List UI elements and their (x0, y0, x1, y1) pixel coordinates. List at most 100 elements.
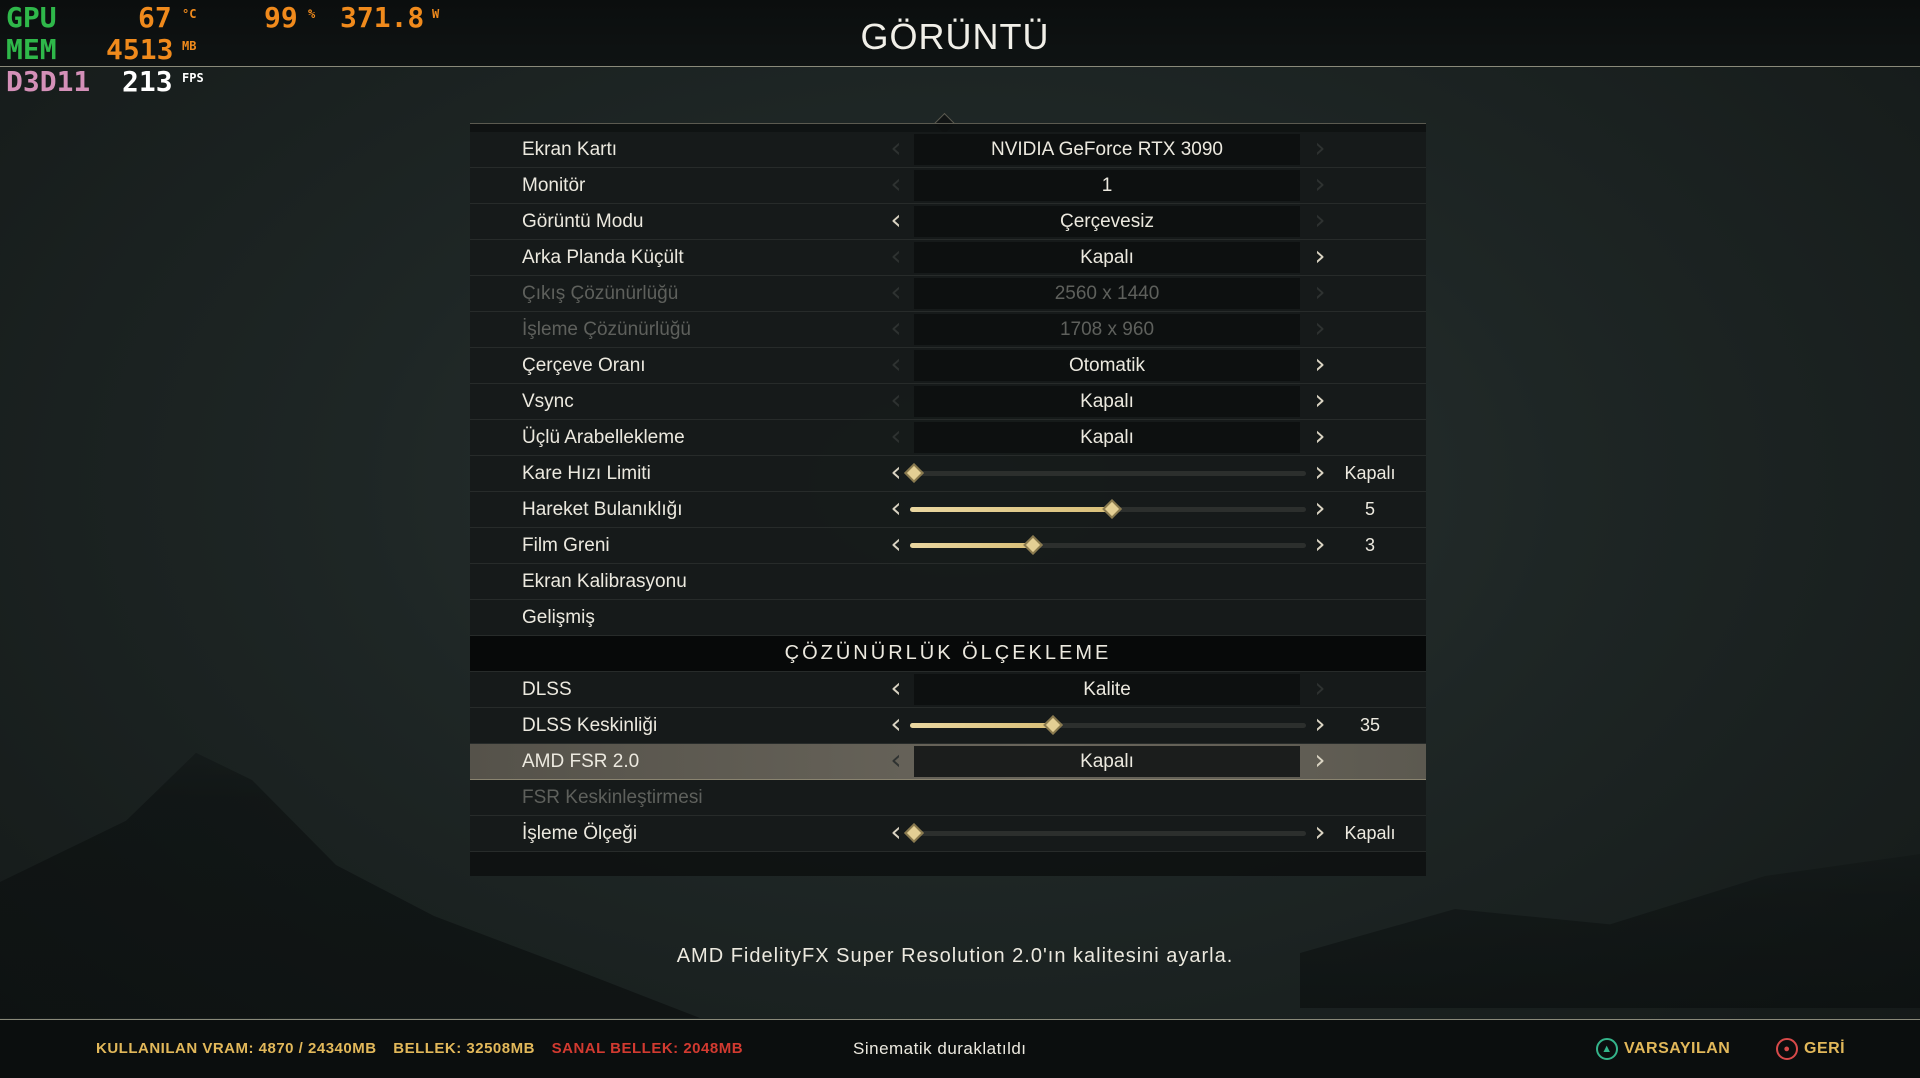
setting-value: NVIDIA GeForce RTX 3090 (991, 139, 1223, 160)
chevron-left-icon[interactable]: ‹ (886, 458, 906, 487)
chevron-left-icon: ‹ (890, 275, 902, 308)
chevron-left-icon[interactable]: ‹ (886, 818, 906, 847)
chevron-right-icon[interactable]: › (1310, 818, 1330, 847)
setting-value-box[interactable]: Kapalı (914, 422, 1300, 453)
setting-value-box[interactable]: NVIDIA GeForce RTX 3090 (914, 134, 1300, 165)
performance-overlay: GPU 67 °C 99 % 371.8 W MEM 4513 MB D3D11… (6, 2, 466, 98)
setting-value: Kapalı (1080, 427, 1134, 448)
chevron-left-icon[interactable]: ‹ (886, 494, 906, 523)
setting-row-goruntu-modu[interactable]: Görüntü Modu ‹ › Çerçevesiz (470, 204, 1426, 240)
setting-value: 1 (1101, 175, 1113, 196)
setting-row-ekran-karti[interactable]: Ekran Kartı ‹ › NVIDIA GeForce RTX 3090 (470, 132, 1426, 168)
default-button[interactable]: ▲ VARSAYILAN (1596, 1036, 1730, 1062)
setting-label: Kare Hızı Limiti (522, 463, 651, 484)
slider-track[interactable] (910, 715, 1306, 735)
setting-label: Gelişmiş (522, 607, 595, 628)
setting-row-film-greni[interactable]: Film Greni ‹ › 3 (470, 528, 1426, 564)
slider-track[interactable] (910, 499, 1306, 519)
setting-row-vsync[interactable]: Vsync ‹ › Kapalı (470, 384, 1426, 420)
chevron-left-icon: ‹ (890, 383, 902, 416)
osd-gpu-load: 99 (264, 1, 298, 34)
setting-value-box[interactable]: 1 (914, 170, 1300, 201)
setting-value: Kapalı (1080, 247, 1134, 268)
osd-gpu-temp: 67 (138, 1, 172, 34)
setting-row-amd-fsr-2-0[interactable]: AMD FSR 2.0 ‹ › Kapalı (470, 744, 1426, 780)
setting-value: Kapalı (1080, 391, 1134, 412)
slider-knob[interactable] (904, 463, 924, 483)
chevron-right-icon[interactable]: › (1310, 386, 1330, 415)
chevron-left-icon[interactable]: ‹ (886, 710, 906, 739)
setting-row-dlss[interactable]: DLSS ‹ › Kalite (470, 672, 1426, 708)
setting-row-kare-hizi-limiti[interactable]: Kare Hızı Limiti ‹ › Kapalı (470, 456, 1426, 492)
chevron-right-icon[interactable]: › (1310, 458, 1330, 487)
setting-label: Vsync (522, 391, 574, 412)
setting-label: DLSS Keskinliği (522, 715, 658, 736)
chevron-left-icon[interactable]: ‹ (886, 674, 906, 703)
setting-row-hareket-bulanikligi[interactable]: Hareket Bulanıklığı ‹ › 5 (470, 492, 1426, 528)
chevron-right-icon[interactable]: › (1310, 242, 1330, 271)
chevron-left-icon[interactable]: ‹ (886, 530, 906, 559)
chevron-right-icon[interactable]: › (1310, 422, 1330, 451)
setting-label: AMD FSR 2.0 (522, 751, 640, 772)
setting-row-isleme-olcegi[interactable]: İşleme Ölçeği ‹ › Kapalı (470, 816, 1426, 852)
slider-fill (910, 507, 1108, 512)
setting-row-uclu-arabellekleme[interactable]: Üçlü Arabellekleme ‹ › Kapalı (470, 420, 1426, 456)
settings-panel: Ekran Kartı ‹ › NVIDIA GeForce RTX 3090 Moni… (470, 123, 1426, 876)
osd-gpu-load-unit: % (308, 7, 316, 21)
slider-knob[interactable] (1102, 499, 1122, 519)
setting-label: Monitör (522, 175, 586, 196)
slider-knob[interactable] (1042, 715, 1063, 735)
osd-mem-row: MEM 4513 MB (6, 34, 466, 66)
slider-track[interactable] (904, 823, 1306, 843)
chevron-right-icon: › (1314, 671, 1326, 704)
footer-bar: KULLANILAN VRAM: 4870 / 24340MB BELLEK: … (0, 1019, 1920, 1078)
setting-label: Film Greni (522, 535, 610, 556)
osd-mem-label: MEM (6, 33, 57, 66)
setting-value-box[interactable]: Kapalı (914, 746, 1300, 777)
slider-knob[interactable] (1022, 535, 1043, 555)
chevron-right-icon[interactable]: › (1310, 530, 1330, 559)
back-button-label: GERİ (1804, 1040, 1846, 1057)
triangle-icon: ▲ (1596, 1038, 1618, 1060)
setting-value-box[interactable]: Kapalı (914, 386, 1300, 417)
osd-fps-value: 213 (122, 65, 173, 98)
chevron-right-icon[interactable]: › (1310, 710, 1330, 739)
setting-value-box[interactable]: Çerçevesiz (914, 206, 1300, 237)
slider-fill (910, 543, 1029, 548)
vram-usage: KULLANILAN VRAM: 4870 / 24340MB (96, 1040, 377, 1057)
setting-row-cerceve-orani[interactable]: Çerçeve Oranı ‹ › Otomatik (470, 348, 1426, 384)
chevron-right-icon: › (1314, 167, 1326, 200)
slider-track[interactable] (904, 463, 1306, 483)
setting-row-ekran-kalibrasyonu[interactable]: Ekran Kalibrasyonu (470, 564, 1426, 600)
setting-row-gelismis[interactable]: Gelişmiş (470, 600, 1426, 636)
setting-row-arka-planda-kucult[interactable]: Arka Planda Küçült ‹ › Kapalı (470, 240, 1426, 276)
chevron-right-icon: › (1314, 311, 1326, 344)
back-button[interactable]: ● GERİ (1776, 1036, 1845, 1062)
setting-row-monitor[interactable]: Monitör ‹ › 1 (470, 168, 1426, 204)
chevron-left-icon: ‹ (890, 131, 902, 164)
setting-description: AMD FidelityFX Super Resolution 2.0'ın k… (676, 945, 1234, 967)
setting-label: Görüntü Modu (522, 211, 644, 232)
slider-fill (910, 723, 1049, 728)
osd-fps-row: D3D11 213 FPS (6, 66, 466, 98)
chevron-left-icon: ‹ (890, 419, 902, 452)
slider-value: 3 (1364, 535, 1375, 555)
osd-mem-unit: MB (182, 39, 197, 53)
setting-value-box: 2560 x 1440 (914, 278, 1300, 309)
osd-gpu-power: 371.8 (340, 1, 425, 34)
setting-row-dlss-keskinligi[interactable]: DLSS Keskinliği ‹ › 35 (470, 708, 1426, 744)
chevron-left-icon[interactable]: ‹ (886, 206, 906, 235)
setting-value-box[interactable]: Kapalı (914, 242, 1300, 273)
setting-value: 2560 x 1440 (1054, 283, 1160, 304)
setting-label: Üçlü Arabellekleme (522, 427, 685, 448)
slider-knob[interactable] (904, 823, 924, 843)
slider-track[interactable] (910, 535, 1306, 555)
setting-row-cikis-cozunurlugu: Çıkış Çözünürlüğü ‹ › 2560 x 1440 (470, 276, 1426, 312)
setting-value: 1708 x 960 (1059, 319, 1155, 340)
setting-value-box[interactable]: Kalite (914, 674, 1300, 705)
chevron-right-icon[interactable]: › (1310, 494, 1330, 523)
setting-value: Kalite (1083, 679, 1131, 700)
chevron-right-icon[interactable]: › (1310, 746, 1330, 775)
setting-value-box[interactable]: Otomatik (914, 350, 1300, 381)
chevron-right-icon[interactable]: › (1310, 350, 1330, 379)
